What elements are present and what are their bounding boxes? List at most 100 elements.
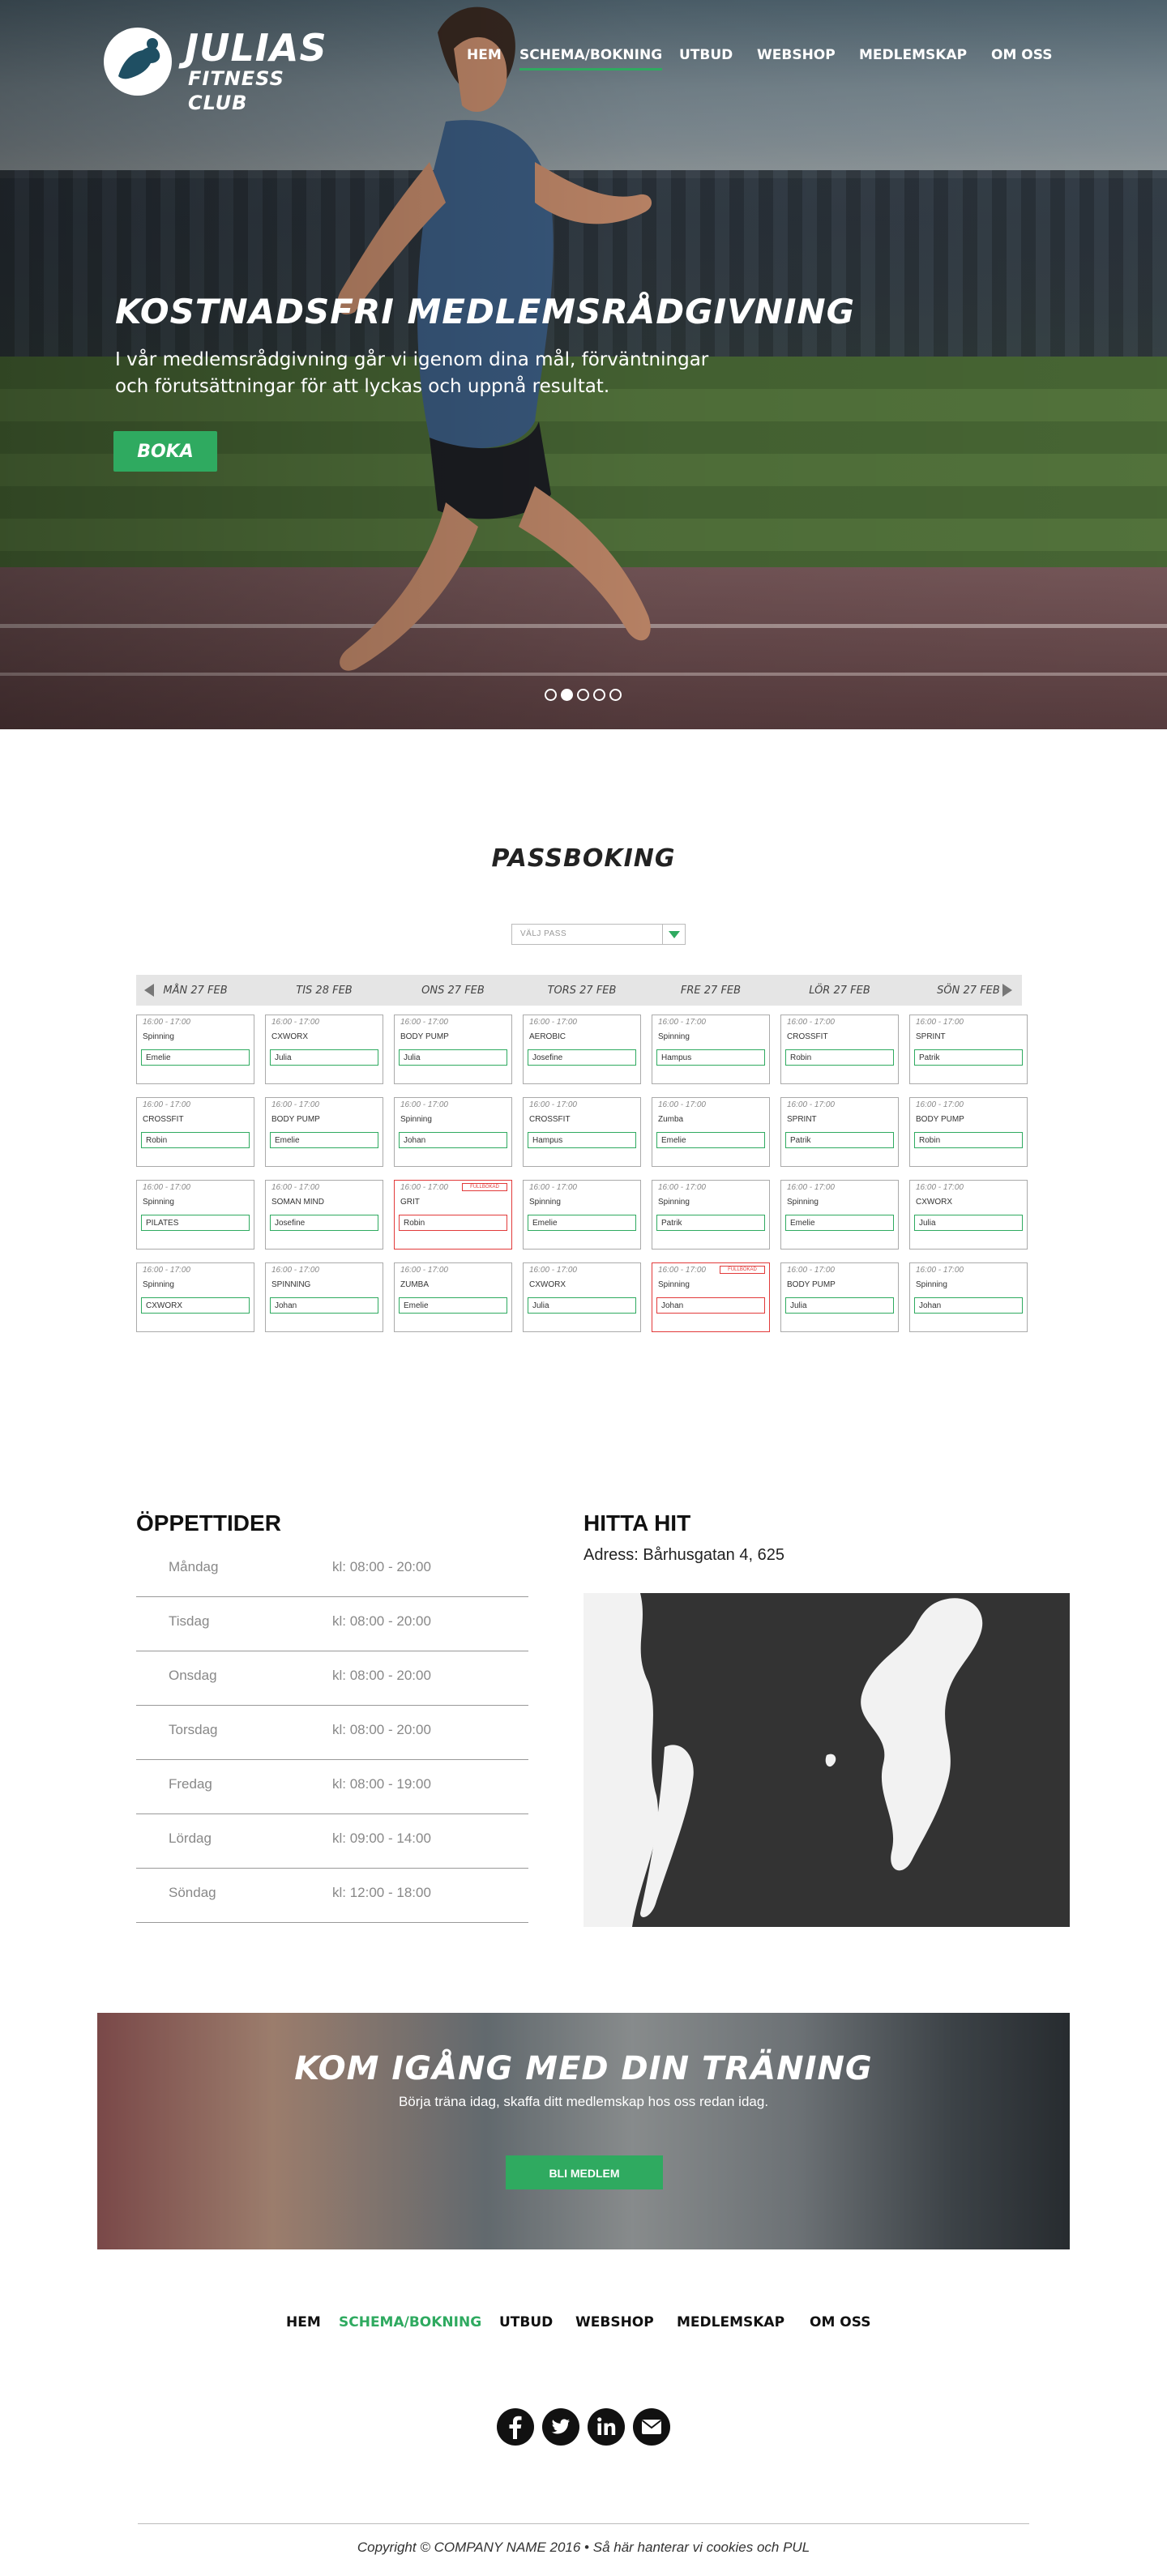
class-card[interactable]: 16:00 - 17:00 Spinning PILATES	[136, 1180, 254, 1250]
day-label-tue: TIS 28 FEB	[296, 985, 353, 997]
nav-utbud[interactable]: UTBUD	[679, 45, 733, 65]
class-card[interactable]: 16:00 - 17:00 SPRINT Patrik	[909, 1015, 1028, 1084]
footer-nav-hem[interactable]: HEM	[286, 2314, 321, 2330]
class-time: 16:00 - 17:00	[529, 1183, 577, 1192]
class-card[interactable]: 16:00 - 17:00 Spinning Patrik	[652, 1180, 770, 1250]
footer-nav-utbud[interactable]: UTBUD	[499, 2314, 553, 2330]
slide-dot-3[interactable]	[577, 689, 589, 701]
footer-nav-om-oss[interactable]: OM OSS	[810, 2314, 870, 2330]
class-card[interactable]: 16:00 - 17:00 Spinning Hampus	[652, 1015, 770, 1084]
class-card[interactable]: 16:00 - 17:00 AEROBIC Josefine	[523, 1015, 641, 1084]
class-trainer-box[interactable]: PILATES	[141, 1215, 250, 1231]
class-card[interactable]: 16:00 - 17:00 Spinning Emelie	[136, 1015, 254, 1084]
class-card[interactable]: 16:00 - 17:00 Zumba Emelie	[652, 1097, 770, 1167]
bli-medlem-button[interactable]: BLI MEDLEM	[506, 2155, 663, 2189]
class-card[interactable]: 16:00 - 17:00 CXWORX Julia	[265, 1015, 383, 1084]
hours-day: Fredag	[169, 1776, 212, 1792]
slide-dot-4[interactable]	[593, 689, 605, 701]
nav-hem[interactable]: HEM	[467, 45, 502, 65]
class-card[interactable]: 16:00 - 17:00 BODY PUMP Julia	[394, 1015, 512, 1084]
class-trainer-box[interactable]: Emelie	[141, 1049, 250, 1066]
class-trainer-box[interactable]: Patrik	[656, 1215, 765, 1231]
nav-om-oss[interactable]: OM OSS	[991, 45, 1052, 65]
class-trainer-box[interactable]: Patrik	[785, 1132, 894, 1148]
brand-logo[interactable]: JULIAS FITNESS CLUB	[104, 26, 347, 114]
class-trainer-box[interactable]: Julia	[399, 1049, 507, 1066]
class-trainer-box[interactable]: Emelie	[656, 1132, 765, 1148]
class-name: BODY PUMP	[916, 1115, 964, 1124]
class-trainer-box[interactable]: Johan	[270, 1297, 378, 1314]
class-card[interactable]: 16:00 - 17:00 BODY PUMP Emelie	[265, 1097, 383, 1167]
class-name: BODY PUMP	[271, 1115, 320, 1124]
class-name: Spinning	[658, 1198, 690, 1207]
map[interactable]	[584, 1593, 1070, 1927]
class-card[interactable]: 16:00 - 17:00 CROSSFIT Robin	[780, 1015, 899, 1084]
class-trainer-box[interactable]: CXWORX	[141, 1297, 250, 1314]
twitter-icon[interactable]	[542, 2408, 579, 2446]
class-time: 16:00 - 17:00	[658, 1183, 706, 1192]
class-trainer-box[interactable]: Robin	[785, 1049, 894, 1066]
class-trainer-box[interactable]: Josefine	[528, 1049, 636, 1066]
footer-nav-webshop[interactable]: WEBSHOP	[575, 2314, 654, 2330]
slide-dot-2[interactable]	[561, 689, 573, 701]
class-card[interactable]: 16:00 - 17:00 SOMAN MIND Josefine	[265, 1180, 383, 1250]
class-card[interactable]: 16:00 - 17:00 Spinning Johan	[909, 1262, 1028, 1332]
class-trainer-box[interactable]: Josefine	[270, 1215, 378, 1231]
class-name: SPRINT	[787, 1115, 817, 1124]
class-card[interactable]: 16:00 - 17:00 Spinning Johan FULLBOKAD	[652, 1262, 770, 1332]
class-trainer-box[interactable]: Robin	[914, 1132, 1023, 1148]
brand-title: JULIAS	[185, 26, 327, 70]
class-name: CROSSFIT	[529, 1115, 571, 1124]
class-time: 16:00 - 17:00	[271, 1018, 319, 1027]
class-card[interactable]: 16:00 - 17:00 CROSSFIT Hampus	[523, 1097, 641, 1167]
class-trainer-box[interactable]: Johan	[399, 1132, 507, 1148]
nav-webshop[interactable]: WEBSHOP	[757, 45, 836, 65]
class-trainer-box[interactable]: Emelie	[270, 1132, 378, 1148]
next-week-icon[interactable]	[1002, 984, 1012, 997]
class-card[interactable]: 16:00 - 17:00 BODY PUMP Julia	[780, 1262, 899, 1332]
class-trainer-box[interactable]: Julia	[914, 1215, 1023, 1231]
class-trainer-box[interactable]: Hampus	[656, 1049, 765, 1066]
nav-medlemskap[interactable]: MEDLEMSKAP	[859, 45, 967, 65]
email-icon[interactable]	[633, 2408, 670, 2446]
class-trainer-box[interactable]: Emelie	[785, 1215, 894, 1231]
class-trainer-box[interactable]: Julia	[528, 1297, 636, 1314]
class-trainer-box[interactable]: Hampus	[528, 1132, 636, 1148]
class-name: AEROBIC	[529, 1032, 566, 1041]
class-trainer-box[interactable]: Emelie	[528, 1215, 636, 1231]
class-trainer-box[interactable]: Johan	[914, 1297, 1023, 1314]
class-card[interactable]: 16:00 - 17:00 Spinning Johan	[394, 1097, 512, 1167]
class-card[interactable]: 16:00 - 17:00 SPRINT Patrik	[780, 1097, 899, 1167]
class-trainer-box[interactable]: Julia	[785, 1297, 894, 1314]
class-card[interactable]: 16:00 - 17:00 CXWORX Julia	[909, 1180, 1028, 1250]
class-card[interactable]: 16:00 - 17:00 CROSSFIT Robin	[136, 1097, 254, 1167]
footer-nav-medlemskap[interactable]: MEDLEMSKAP	[677, 2314, 784, 2330]
class-trainer-box[interactable]: Robin	[399, 1215, 507, 1231]
copyright: Copyright © COMPANY NAME 2016 • Så här h…	[357, 2540, 810, 2555]
hours-row: Torsdag kl: 08:00 - 20:00	[136, 1706, 528, 1760]
boka-button[interactable]: BOKA	[113, 431, 217, 472]
class-card[interactable]: 16:00 - 17:00 CXWORX Julia	[523, 1262, 641, 1332]
class-card[interactable]: 16:00 - 17:00 Spinning CXWORX	[136, 1262, 254, 1332]
slide-dot-5[interactable]	[609, 689, 622, 701]
class-card[interactable]: 16:00 - 17:00 Spinning Emelie	[780, 1180, 899, 1250]
class-card[interactable]: 16:00 - 17:00 GRIT Robin FULLBOKAD	[394, 1180, 512, 1250]
nav-schema-bokning[interactable]: SCHEMA/BOKNING	[519, 45, 663, 70]
footer-nav-schema-bokning[interactable]: SCHEMA/BOKNING	[339, 2314, 481, 2330]
pass-select[interactable]: VÄLJ PASS	[511, 924, 686, 945]
linkedin-icon[interactable]	[588, 2408, 625, 2446]
class-trainer-box[interactable]: Robin	[141, 1132, 250, 1148]
slide-dot-1[interactable]	[545, 689, 557, 701]
class-name: Spinning	[787, 1198, 819, 1207]
facebook-icon[interactable]	[497, 2408, 534, 2446]
class-card[interactable]: 16:00 - 17:00 BODY PUMP Robin	[909, 1097, 1028, 1167]
class-trainer-box[interactable]: Johan	[656, 1297, 765, 1314]
class-card[interactable]: 16:00 - 17:00 ZUMBA Emelie	[394, 1262, 512, 1332]
class-card[interactable]: 16:00 - 17:00 SPINNING Johan	[265, 1262, 383, 1332]
class-trainer-box[interactable]: Patrik	[914, 1049, 1023, 1066]
class-card[interactable]: 16:00 - 17:00 Spinning Emelie	[523, 1180, 641, 1250]
class-trainer-box[interactable]: Julia	[270, 1049, 378, 1066]
class-trainer-box[interactable]: Emelie	[399, 1297, 507, 1314]
chevron-down-icon[interactable]	[662, 925, 685, 944]
cta-banner: KOM IGÅNG MED DIN TRÄNING Börja träna id…	[97, 2013, 1070, 2249]
